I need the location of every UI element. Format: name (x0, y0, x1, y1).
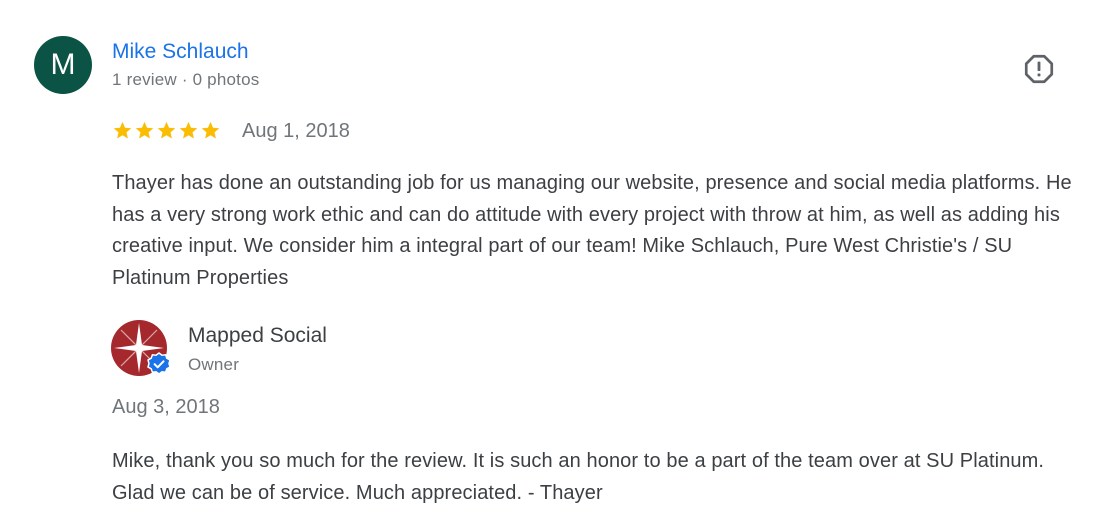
reply-text: Mike, thank you so much for the review. … (112, 450, 1045, 504)
compass-logo-icon[interactable] (111, 320, 171, 380)
owner-name: Mapped Social (188, 324, 327, 347)
report-flag-icon (1024, 54, 1054, 84)
reviewer-name-link[interactable]: Mike Schlauch (112, 40, 249, 64)
reviewer-meta: 1 review · 0 photos (112, 70, 260, 89)
reviewer-avatar[interactable]: M (34, 36, 92, 94)
review-text: Thayer has done an outstanding job for u… (112, 172, 1072, 289)
star-icon (179, 121, 198, 139)
star-icon (157, 121, 176, 139)
owner-role: Owner (188, 355, 240, 374)
report-review-button[interactable] (1020, 50, 1058, 88)
star-rating (112, 120, 221, 141)
star-icon (113, 121, 132, 139)
reply-date: Aug 3, 2018 (112, 396, 220, 418)
review-card: M Mike Schlauch 1 review · 0 photos Aug … (0, 0, 1110, 528)
avatar-letter: M (50, 48, 76, 81)
star-icon (201, 121, 220, 139)
verified-badge-icon (147, 352, 171, 375)
star-icon (135, 121, 154, 139)
review-date: Aug 1, 2018 (242, 120, 350, 142)
